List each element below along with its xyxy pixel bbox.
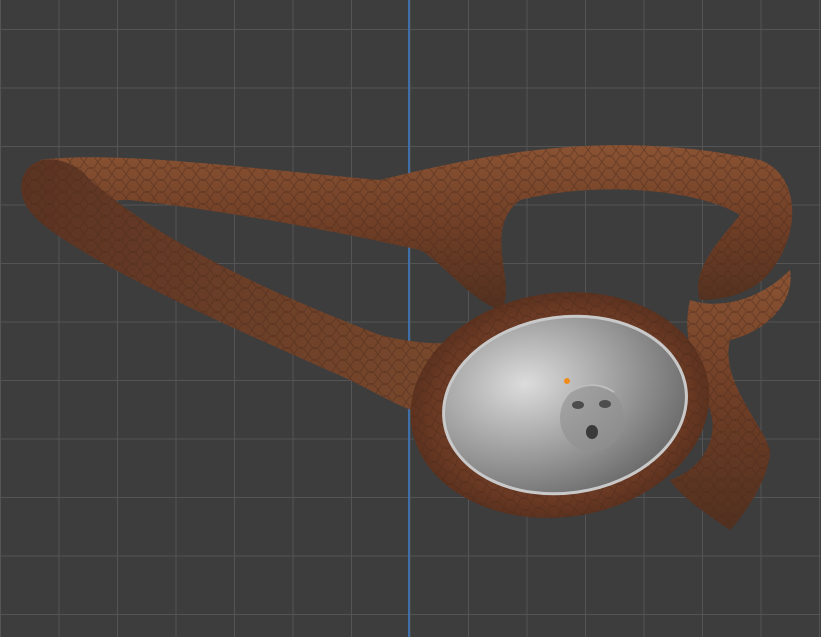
3d-viewport[interactable]: [0, 0, 821, 637]
origin-marker: [564, 378, 570, 384]
embossed-face: [560, 384, 624, 452]
eyepatch-model[interactable]: [0, 0, 821, 637]
